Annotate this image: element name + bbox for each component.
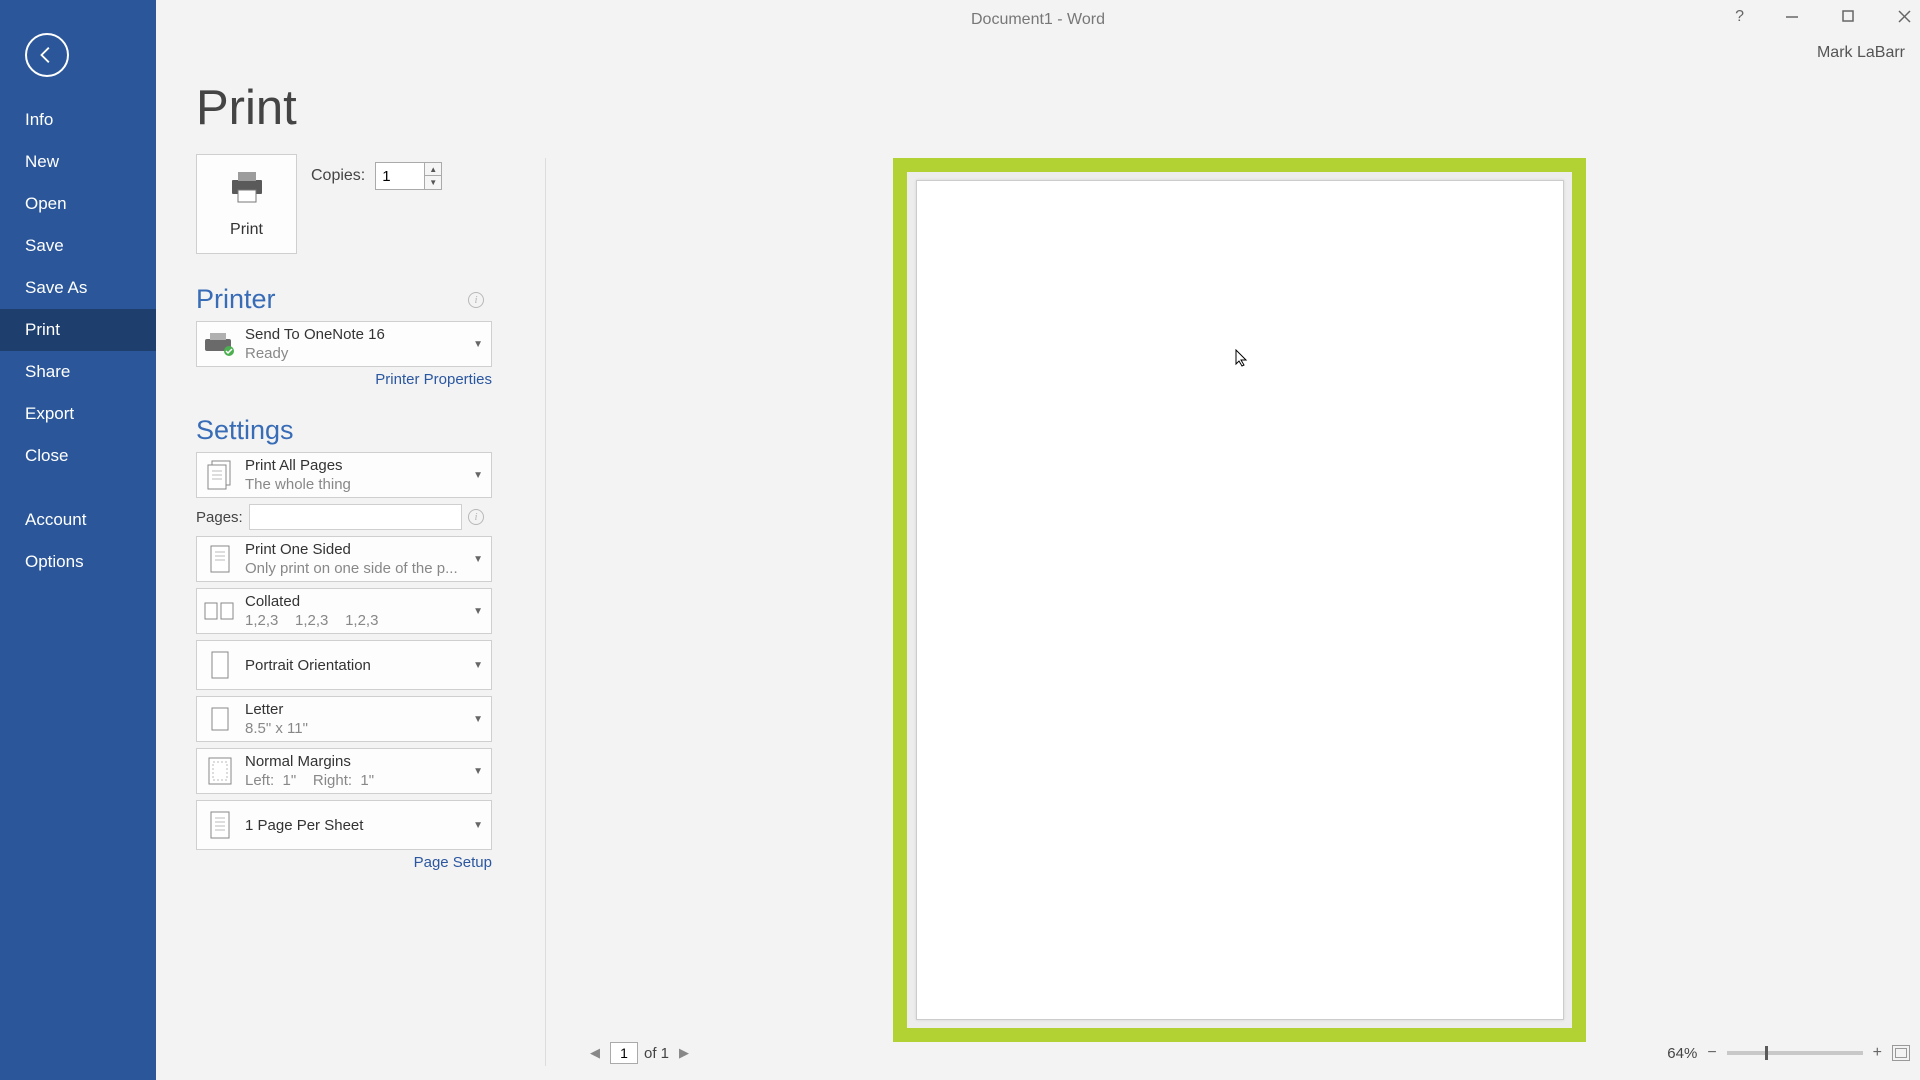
sides-dropdown[interactable]: Print One Sided Only print on one side o… bbox=[196, 536, 492, 582]
zoom-out-button[interactable]: − bbox=[1707, 1044, 1716, 1062]
nav-close[interactable]: Close bbox=[0, 435, 156, 477]
backstage-sidebar: Info New Open Save Save As Print Share E… bbox=[0, 0, 156, 1080]
settings-heading: Settings bbox=[196, 415, 492, 446]
chevron-down-icon: ▼ bbox=[473, 714, 483, 725]
chevron-down-icon: ▼ bbox=[473, 606, 483, 617]
nav-print[interactable]: Print bbox=[0, 309, 156, 351]
pages-input[interactable] bbox=[249, 504, 462, 530]
sides-title: Print One Sided bbox=[245, 541, 467, 558]
paper-title: Letter bbox=[245, 701, 467, 718]
window-title: Document1 - Word bbox=[971, 7, 1105, 29]
print-scope-dropdown[interactable]: Print All Pages The whole thing ▼ bbox=[196, 452, 492, 498]
copies-down-button[interactable]: ▼ bbox=[425, 176, 441, 189]
copies-up-button[interactable]: ▲ bbox=[425, 163, 441, 176]
title-bar: Document1 - Word bbox=[156, 0, 1920, 36]
margins-dropdown[interactable]: Normal Margins Left: 1" Right: 1" ▼ bbox=[196, 748, 492, 794]
arrow-left-icon bbox=[36, 44, 58, 66]
minimize-button[interactable] bbox=[1786, 8, 1800, 26]
nav-new[interactable]: New bbox=[0, 141, 156, 183]
printer-status-icon bbox=[203, 327, 237, 361]
copies-input[interactable] bbox=[376, 163, 424, 189]
collate-subtitle: 1,2,3 1,2,3 1,2,3 bbox=[245, 612, 467, 629]
per-sheet-title: 1 Page Per Sheet bbox=[245, 817, 467, 834]
collate-icon bbox=[203, 594, 237, 628]
help-button[interactable]: ? bbox=[1735, 8, 1744, 26]
nav-save-as[interactable]: Save As bbox=[0, 267, 156, 309]
margins-title: Normal Margins bbox=[245, 753, 467, 770]
next-page-button[interactable]: ▶ bbox=[675, 1045, 693, 1061]
collate-title: Collated bbox=[245, 593, 467, 610]
print-panel: Print Print Copies: ▲ ▼ Printer i bbox=[196, 80, 492, 872]
page-total-label: of 1 bbox=[644, 1045, 669, 1062]
margins-icon bbox=[203, 754, 237, 788]
prev-page-button[interactable]: ◀ bbox=[586, 1045, 604, 1061]
nav-save[interactable]: Save bbox=[0, 225, 156, 267]
vertical-divider bbox=[545, 158, 546, 1066]
zoom-in-button[interactable]: + bbox=[1873, 1044, 1882, 1062]
printer-name: Send To OneNote 16 bbox=[245, 326, 467, 343]
paper-subtitle: 8.5" x 11" bbox=[245, 720, 467, 737]
margins-subtitle: Left: 1" Right: 1" bbox=[245, 772, 467, 789]
user-name: Mark LaBarr bbox=[1817, 44, 1905, 62]
collate-dropdown[interactable]: Collated 1,2,3 1,2,3 1,2,3 ▼ bbox=[196, 588, 492, 634]
nav-account[interactable]: Account bbox=[0, 499, 156, 541]
zoom-slider[interactable] bbox=[1727, 1051, 1863, 1055]
chevron-down-icon: ▼ bbox=[473, 660, 483, 671]
back-button[interactable] bbox=[25, 33, 69, 77]
page-title: Print bbox=[196, 80, 492, 136]
close-button[interactable] bbox=[1898, 8, 1912, 26]
printer-info-icon[interactable]: i bbox=[468, 292, 484, 308]
copies-label: Copies: bbox=[311, 167, 365, 185]
nav-open[interactable]: Open bbox=[0, 183, 156, 225]
nav-export[interactable]: Export bbox=[0, 393, 156, 435]
paper-size-dropdown[interactable]: Letter 8.5" x 11" ▼ bbox=[196, 696, 492, 742]
chevron-down-icon: ▼ bbox=[473, 470, 483, 481]
preview-area bbox=[907, 172, 1572, 1028]
preview-footer: ◀ of 1 ▶ 64% − + bbox=[556, 1040, 1920, 1066]
printer-status: Ready bbox=[245, 345, 467, 362]
zoom-to-page-button[interactable] bbox=[1892, 1045, 1910, 1061]
chevron-down-icon: ▼ bbox=[473, 820, 483, 831]
print-button[interactable]: Print bbox=[196, 154, 297, 254]
cursor-icon bbox=[1235, 349, 1249, 367]
copies-spinner[interactable]: ▲ ▼ bbox=[375, 162, 442, 190]
page-number-input[interactable] bbox=[610, 1042, 638, 1064]
per-sheet-icon bbox=[203, 808, 237, 842]
nav-options[interactable]: Options bbox=[0, 541, 156, 583]
portrait-icon bbox=[203, 648, 237, 682]
preview-highlight bbox=[893, 158, 1586, 1042]
scope-subtitle: The whole thing bbox=[245, 476, 467, 493]
pages-info-icon[interactable]: i bbox=[468, 509, 484, 525]
nav-info[interactable]: Info bbox=[0, 99, 156, 141]
orientation-dropdown[interactable]: Portrait Orientation ▼ bbox=[196, 640, 492, 690]
chevron-down-icon: ▼ bbox=[473, 554, 483, 565]
zoom-percent: 64% bbox=[1667, 1045, 1697, 1062]
orientation-title: Portrait Orientation bbox=[245, 657, 467, 674]
scope-title: Print All Pages bbox=[245, 457, 467, 474]
print-button-label: Print bbox=[230, 221, 263, 239]
printer-icon bbox=[228, 170, 266, 213]
pages-per-sheet-dropdown[interactable]: 1 Page Per Sheet ▼ bbox=[196, 800, 492, 850]
chevron-down-icon: ▼ bbox=[473, 766, 483, 777]
pages-icon bbox=[203, 458, 237, 492]
chevron-down-icon: ▼ bbox=[473, 339, 483, 350]
pages-label: Pages: bbox=[196, 509, 243, 526]
printer-heading: Printer i bbox=[196, 284, 492, 315]
printer-dropdown[interactable]: Send To OneNote 16 Ready ▼ bbox=[196, 321, 492, 367]
sides-subtitle: Only print on one side of the p... bbox=[245, 560, 467, 577]
printer-properties-link[interactable]: Printer Properties bbox=[375, 371, 492, 388]
nav-share[interactable]: Share bbox=[0, 351, 156, 393]
preview-page bbox=[916, 180, 1564, 1020]
page-setup-link[interactable]: Page Setup bbox=[414, 854, 492, 871]
paper-icon bbox=[203, 702, 237, 736]
page-icon bbox=[203, 542, 237, 576]
maximize-button[interactable] bbox=[1842, 8, 1856, 26]
